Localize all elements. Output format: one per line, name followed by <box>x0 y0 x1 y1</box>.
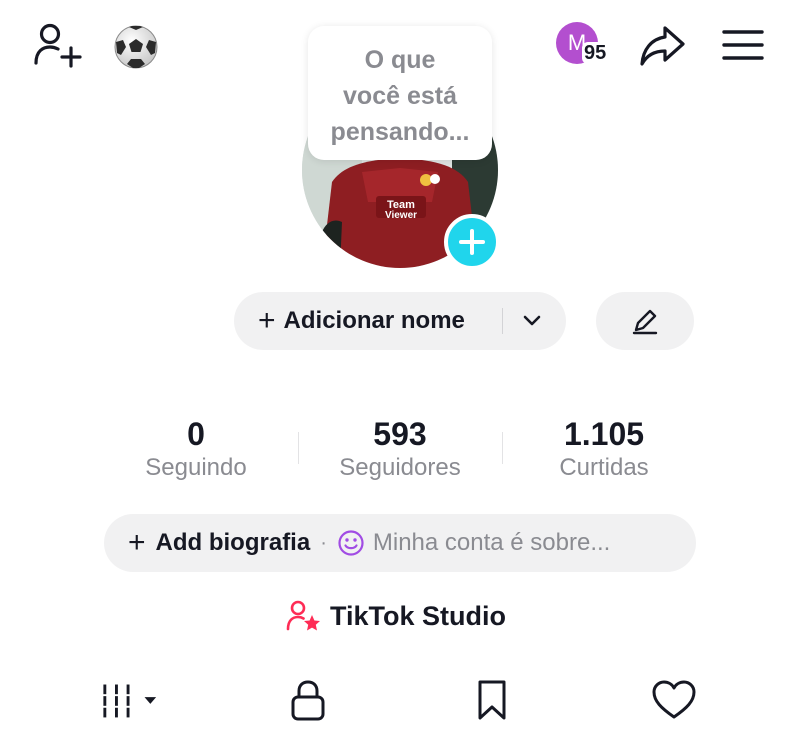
tab-saved[interactable] <box>462 676 522 724</box>
bubble-line-3: pensando... <box>330 118 470 146</box>
heart-icon <box>652 680 696 719</box>
stat-likes[interactable]: 1.105 Curtidas <box>504 416 704 482</box>
menu-icon <box>722 30 764 60</box>
share-button[interactable] <box>636 22 688 70</box>
soccer-ball-icon <box>114 25 158 69</box>
add-friend-icon <box>34 23 82 68</box>
tab-private[interactable] <box>278 676 338 724</box>
bio-separator: · <box>320 531 327 554</box>
pill-separator <box>502 308 503 334</box>
plus-icon <box>459 229 485 255</box>
tiktok-studio-link[interactable]: TikTok Studio <box>286 596 506 636</box>
plus-glyph: + <box>128 526 146 559</box>
menu-button[interactable] <box>718 22 768 68</box>
add-photo-button[interactable] <box>444 214 500 270</box>
svg-text:Viewer: Viewer <box>385 210 417 221</box>
add-friend-button[interactable] <box>30 20 84 70</box>
account-switcher[interactable]: M 95 <box>552 20 618 68</box>
tiktok-studio-label: TikTok Studio <box>330 600 507 631</box>
smiley-icon <box>338 530 364 556</box>
bubble-line-2: você está <box>343 82 457 110</box>
chevron-down-icon[interactable] <box>520 308 544 337</box>
stat-following[interactable]: 0 Seguindo <box>96 416 296 482</box>
stat-followers-value: 593 <box>373 416 427 452</box>
stat-followers[interactable]: 593 Seguidores <box>300 416 500 482</box>
add-bio-label: Add biografia <box>155 529 311 556</box>
stat-following-label: Seguindo <box>145 454 247 481</box>
plus-glyph: + <box>258 304 276 337</box>
bubble-tail-dot <box>430 174 440 184</box>
tab-videos[interactable] <box>100 676 160 724</box>
stat-divider <box>298 432 299 464</box>
add-name-label: Adicionar nome <box>283 307 465 334</box>
bubble-line-1: O que <box>364 46 436 74</box>
pencil-icon <box>632 309 658 335</box>
share-icon <box>640 26 685 66</box>
bio-hint: Minha conta é sobre... <box>372 529 611 556</box>
edit-profile-button[interactable] <box>596 292 694 350</box>
tab-liked[interactable] <box>644 676 704 724</box>
stat-likes-value: 1.105 <box>563 416 645 452</box>
bookmark-icon <box>478 680 506 720</box>
videos-grid-icon <box>103 684 157 718</box>
status-bubble[interactable]: O que você está pensando... <box>308 26 492 160</box>
lock-icon <box>291 680 325 721</box>
notification-count-badge: 95 <box>582 42 609 64</box>
add-bio-button[interactable]: + Add biografia · Minha conta é sobre... <box>104 514 696 572</box>
creator-star-icon <box>286 600 320 631</box>
stat-followers-label: Seguidores <box>339 454 461 481</box>
stat-following-value: 0 <box>187 416 205 452</box>
add-name-button[interactable]: + Adicionar nome <box>234 292 566 350</box>
soccer-ball-button[interactable] <box>110 22 162 72</box>
stat-likes-label: Curtidas <box>559 454 649 481</box>
stat-divider <box>502 432 503 464</box>
